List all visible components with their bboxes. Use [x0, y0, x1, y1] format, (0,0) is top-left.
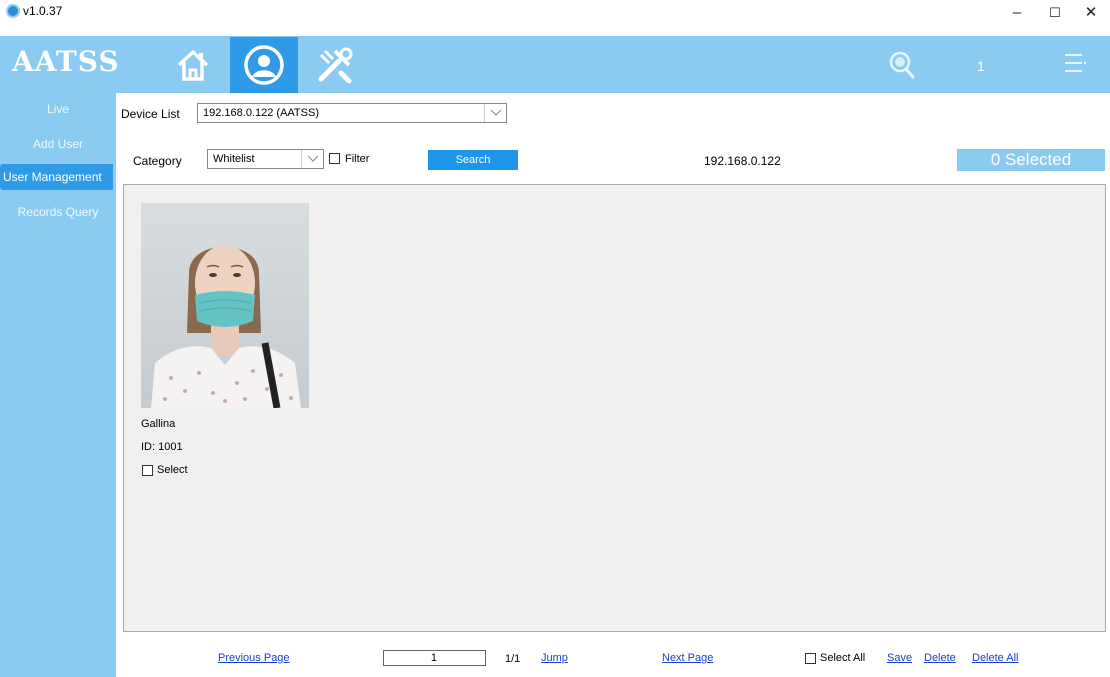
delete-link[interactable]: Delete [924, 652, 956, 664]
user-name: Gallina [141, 418, 176, 430]
top-header: AATSS 1 [0, 36, 1110, 93]
user-select-checkbox[interactable] [142, 463, 153, 477]
previous-page-link[interactable]: Previous Page [218, 652, 290, 664]
close-button[interactable]: ✕ [1076, 2, 1106, 24]
sidebar: Live Add User User Management Records Qu… [0, 93, 116, 677]
menu-icon[interactable] [1062, 50, 1088, 76]
app-version: v1.0.37 [23, 4, 63, 18]
search-button[interactable]: Search [428, 150, 518, 170]
page-total: 1/1 [505, 653, 521, 665]
select-all-label: Select All [820, 652, 866, 664]
user-select-label: Select [157, 464, 188, 476]
home-icon [177, 50, 209, 81]
maximize-button[interactable]: ☐ [1040, 2, 1070, 24]
device-list-select[interactable]: 192.168.0.122 (AATSS) [197, 103, 507, 123]
app-logo: AATSS [12, 45, 120, 78]
category-value: Whitelist [213, 153, 255, 165]
delete-all-link[interactable]: Delete All [972, 652, 1018, 664]
current-device-ip: 192.168.0.122 [704, 154, 781, 168]
save-link[interactable]: Save [887, 652, 912, 664]
user-results-panel: Gallina ID: 1001 Select [123, 184, 1106, 632]
nav-tools-button[interactable] [301, 37, 369, 93]
filter-label: Filter [345, 153, 370, 165]
title-bar: v1.0.37 – ☐ ✕ [0, 0, 1110, 36]
sidebar-item-user-management[interactable]: User Management [0, 164, 113, 190]
sidebar-item-add-user[interactable]: Add User [0, 131, 116, 157]
category-label: Category [133, 154, 182, 168]
page-number-input[interactable]: 1 [383, 650, 486, 666]
selected-count-badge: 0 Selected [957, 149, 1105, 171]
filter-checkbox[interactable] [329, 151, 340, 165]
user-icon [244, 45, 284, 85]
sidebar-item-live[interactable]: Live [0, 96, 116, 122]
device-list-label: Device List [121, 107, 180, 121]
user-id: ID: 1001 [141, 441, 183, 453]
chevron-down-icon [301, 150, 323, 168]
select-all-checkbox[interactable] [805, 651, 816, 665]
sidebar-item-records-query[interactable]: Records Query [0, 199, 116, 225]
device-list-value: 192.168.0.122 (AATSS) [203, 107, 319, 119]
user-photo[interactable] [141, 203, 309, 408]
chevron-down-icon [484, 104, 506, 122]
nav-home-button[interactable] [159, 37, 227, 93]
nav-user-button[interactable] [230, 37, 298, 93]
search-icon[interactable] [888, 50, 916, 80]
app-icon [6, 4, 20, 18]
category-select[interactable]: Whitelist [207, 149, 324, 169]
tools-icon [318, 47, 353, 84]
minimize-button[interactable]: – [1002, 2, 1032, 24]
notification-count: 1 [977, 58, 985, 74]
jump-link[interactable]: Jump [541, 652, 568, 664]
next-page-link[interactable]: Next Page [662, 652, 713, 664]
